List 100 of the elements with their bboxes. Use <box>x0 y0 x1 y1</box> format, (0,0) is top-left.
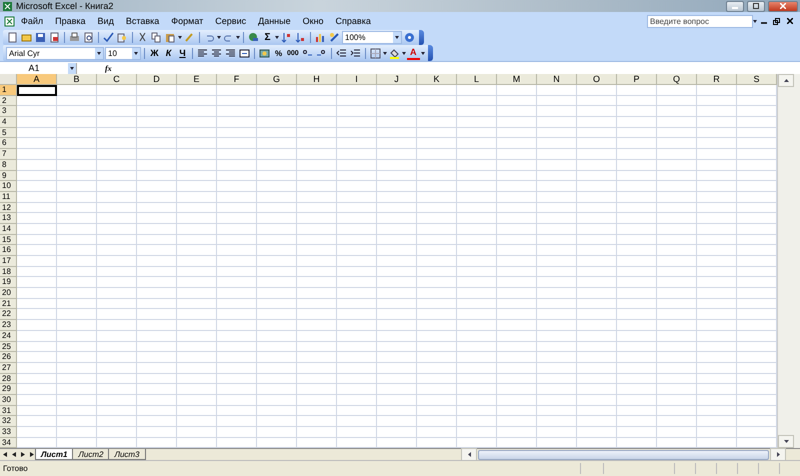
row-header[interactable]: 7 <box>0 149 17 160</box>
toolbar-options-button[interactable] <box>419 30 424 45</box>
last-sheet-button[interactable] <box>27 450 36 460</box>
row-header[interactable]: 17 <box>0 256 17 267</box>
column-header[interactable]: H <box>297 74 337 85</box>
borders-button[interactable] <box>368 46 382 60</box>
menu-item[interactable]: Вставка <box>120 16 166 26</box>
menu-item[interactable]: Вид <box>92 16 120 26</box>
row-header[interactable]: 23 <box>0 320 17 331</box>
autosum-button[interactable]: Σ <box>261 31 274 44</box>
active-cell[interactable] <box>17 85 57 96</box>
chart-button[interactable] <box>314 31 327 44</box>
drawing-button[interactable] <box>328 31 341 44</box>
column-header[interactable]: P <box>617 74 657 85</box>
copy-button[interactable] <box>150 31 163 44</box>
column-header[interactable]: I <box>337 74 377 85</box>
dropdown-button[interactable] <box>68 62 76 74</box>
sort-ascending-button[interactable] <box>280 31 293 44</box>
vertical-scrollbar[interactable] <box>777 74 800 448</box>
row-header[interactable]: 9 <box>0 170 17 182</box>
column-header[interactable]: M <box>497 74 537 85</box>
row-header[interactable]: 31 <box>0 406 17 416</box>
align-right-button[interactable] <box>224 46 237 60</box>
row-header[interactable]: 33 <box>0 427 17 438</box>
printer-button[interactable] <box>68 31 81 44</box>
merge-center-button[interactable] <box>238 46 251 60</box>
column-header[interactable]: S <box>737 74 777 85</box>
new-document-button[interactable] <box>6 31 19 44</box>
dropdown-button[interactable] <box>132 48 140 58</box>
zoom-combo[interactable]: 100% <box>342 31 402 44</box>
row-header[interactable]: 3 <box>0 106 17 118</box>
row-header[interactable]: 2 <box>0 96 17 106</box>
dropdown-arrow-icon[interactable] <box>178 36 182 39</box>
column-header[interactable]: L <box>457 74 497 85</box>
decrease-indent-button[interactable] <box>334 46 348 60</box>
row-header[interactable]: 10 <box>0 181 17 192</box>
menu-item[interactable]: Правка <box>49 16 92 26</box>
dropdown-button[interactable] <box>393 32 401 43</box>
column-header[interactable]: O <box>577 74 617 85</box>
row-header[interactable]: 12 <box>0 202 17 214</box>
row-header[interactable]: 13 <box>0 213 17 224</box>
row-header[interactable]: 8 <box>0 160 17 170</box>
increase-indent-button[interactable] <box>348 46 362 60</box>
menu-item[interactable]: Справка <box>330 16 377 26</box>
row-header[interactable]: 22 <box>0 309 17 320</box>
dropdown-arrow-icon[interactable] <box>382 52 387 54</box>
dropdown-arrow-icon[interactable] <box>402 52 406 54</box>
row-header[interactable]: 15 <box>0 234 17 246</box>
globe-link-button[interactable] <box>247 31 260 44</box>
fill-color-button[interactable] <box>388 46 401 60</box>
dropdown-arrow-icon[interactable] <box>236 36 240 39</box>
font-combo[interactable]: Arial Cyr <box>6 46 104 60</box>
row-header[interactable]: 24 <box>0 330 17 342</box>
column-header[interactable]: J <box>377 74 417 85</box>
row-header[interactable]: 25 <box>0 342 17 352</box>
currency-button[interactable] <box>258 46 271 60</box>
maximize-button[interactable] <box>747 0 765 12</box>
font-size-combo[interactable]: 10 <box>105 46 141 60</box>
dropdown-arrow-icon[interactable] <box>217 36 221 39</box>
help-search-field[interactable]: Введите вопрос <box>647 14 753 28</box>
spelling-button[interactable] <box>102 31 115 44</box>
row-header[interactable]: 28 <box>0 374 17 384</box>
row-header[interactable]: 29 <box>0 384 17 395</box>
function-label[interactable]: fx <box>77 64 116 72</box>
align-left-button[interactable] <box>196 46 209 60</box>
permission-button[interactable] <box>48 31 61 44</box>
row-header[interactable]: 19 <box>0 277 17 288</box>
row-header[interactable]: 6 <box>0 138 17 150</box>
column-header[interactable]: R <box>697 74 737 85</box>
dropdown-arrow-icon[interactable] <box>134 52 138 54</box>
column-header[interactable]: C <box>97 74 137 85</box>
scroll-right-button[interactable] <box>770 448 786 461</box>
row-header[interactable]: 4 <box>0 117 17 128</box>
column-header[interactable]: A <box>17 74 57 85</box>
row-header[interactable]: 11 <box>0 192 17 203</box>
column-header[interactable]: E <box>177 74 217 85</box>
toolbar-options-button[interactable] <box>428 45 433 61</box>
menu-item[interactable]: Сервис <box>209 16 252 26</box>
row-header[interactable]: 34 <box>0 438 17 448</box>
column-header[interactable]: G <box>257 74 297 85</box>
dropdown-button[interactable] <box>95 48 103 58</box>
dropdown-arrow-icon[interactable] <box>97 52 101 54</box>
align-center-button[interactable] <box>210 46 223 60</box>
percent-button[interactable]: % <box>272 46 285 60</box>
row-header[interactable]: 20 <box>0 288 17 299</box>
row-header[interactable]: 26 <box>0 352 17 363</box>
column-header[interactable]: B <box>57 74 97 85</box>
dropdown-arrow-icon[interactable] <box>70 66 74 70</box>
column-header[interactable]: D <box>137 74 177 85</box>
sheet-tab[interactable]: Лист3 <box>108 449 146 460</box>
row-header[interactable]: 1 <box>0 85 17 96</box>
select-all-corner[interactable] <box>0 74 17 85</box>
print-preview-button[interactable] <box>82 31 95 44</box>
row-header[interactable]: 14 <box>0 224 17 235</box>
row-header[interactable]: 27 <box>0 362 17 374</box>
column-header[interactable]: K <box>417 74 457 85</box>
sort-descending-button[interactable] <box>294 31 307 44</box>
menu-item[interactable]: Окно <box>296 16 330 26</box>
next-sheet-button[interactable] <box>18 450 27 460</box>
dropdown-arrow-icon[interactable] <box>275 36 279 39</box>
